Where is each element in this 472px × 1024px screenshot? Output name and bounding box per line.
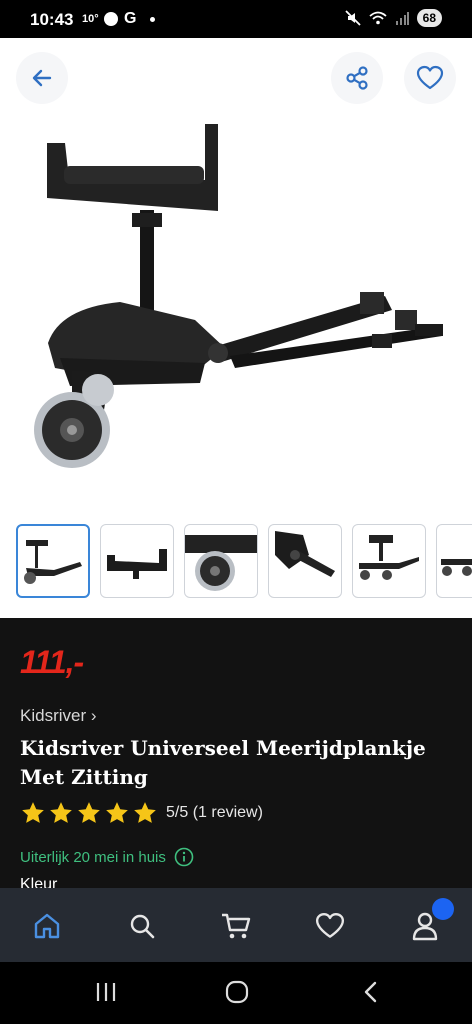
wifi-icon [369, 11, 387, 25]
notification-dot-icon [150, 17, 155, 22]
product-image [34, 124, 443, 468]
nav-search[interactable] [122, 906, 162, 946]
product-image-gallery[interactable] [0, 38, 472, 518]
nav-cart[interactable] [216, 906, 256, 946]
search-icon [130, 914, 155, 939]
cart-icon [222, 913, 251, 939]
star-icon [134, 802, 156, 823]
thumbnail-5[interactable] [352, 524, 426, 598]
thumbnail-2[interactable] [100, 524, 174, 598]
info-icon[interactable] [174, 847, 194, 867]
heart-icon [315, 913, 345, 938]
delivery-info: Uiterlijk 20 mei in huis [20, 847, 194, 867]
arrow-left-icon [32, 69, 52, 87]
thumbnail-4[interactable] [268, 524, 342, 598]
status-bar: 10:43 10° G 68 [0, 0, 472, 38]
thumbnail-image [107, 549, 167, 579]
brand-link[interactable]: Kidsriver › [20, 706, 97, 726]
bottom-navigation [0, 888, 472, 962]
home-icon [34, 913, 60, 939]
thumbnail-strip [0, 518, 472, 618]
thumbnail-image [275, 531, 335, 577]
thumbnail-image [441, 559, 472, 576]
recent-apps-icon[interactable] [94, 980, 118, 1004]
facebook-icon [104, 12, 118, 26]
thumbnail-1[interactable] [16, 524, 90, 598]
product-price: 111,- [20, 644, 84, 680]
thumbnail-3[interactable] [184, 524, 258, 598]
battery-level: 68 [416, 9, 442, 27]
status-temperature: 10° [82, 13, 99, 25]
back-nav-icon[interactable] [360, 980, 382, 1004]
delivery-text: Uiterlijk 20 mei in huis [20, 848, 166, 866]
heart-icon [416, 65, 444, 90]
status-time: 10:43 [30, 10, 74, 29]
star-icon [50, 802, 72, 823]
system-navigation-bar [0, 962, 472, 1024]
nav-home[interactable] [27, 906, 67, 946]
brand-label: Kidsriver [20, 706, 87, 725]
back-button[interactable] [16, 52, 68, 104]
color-label: Kleur [20, 876, 58, 888]
thumbnail-6[interactable] [436, 524, 472, 598]
mute-icon [345, 10, 361, 26]
rating-text: 5/5 (1 review) [166, 804, 263, 821]
favorite-button[interactable] [404, 52, 456, 104]
thumbnail-image [185, 535, 257, 591]
thumbnail-image [359, 535, 419, 580]
share-icon [346, 66, 368, 90]
star-icon [22, 802, 44, 823]
google-icon: G [124, 10, 137, 27]
product-rating[interactable]: 5/5 (1 review) [20, 800, 263, 826]
home-button-icon[interactable] [225, 980, 249, 1004]
share-button[interactable] [331, 52, 383, 104]
signal-icon [395, 12, 409, 25]
nav-favorites[interactable] [310, 906, 350, 946]
product-title: Kidsriver Universeel Meerijdplankje Met … [20, 736, 426, 789]
product-info: 111,- Kidsriver › Kidsriver Universeel M… [0, 618, 472, 888]
star-icon [78, 802, 100, 823]
thumbnail-image [24, 540, 82, 584]
star-icon [106, 802, 128, 823]
chevron-right-icon: › [90, 706, 97, 725]
notification-badge [432, 898, 454, 920]
